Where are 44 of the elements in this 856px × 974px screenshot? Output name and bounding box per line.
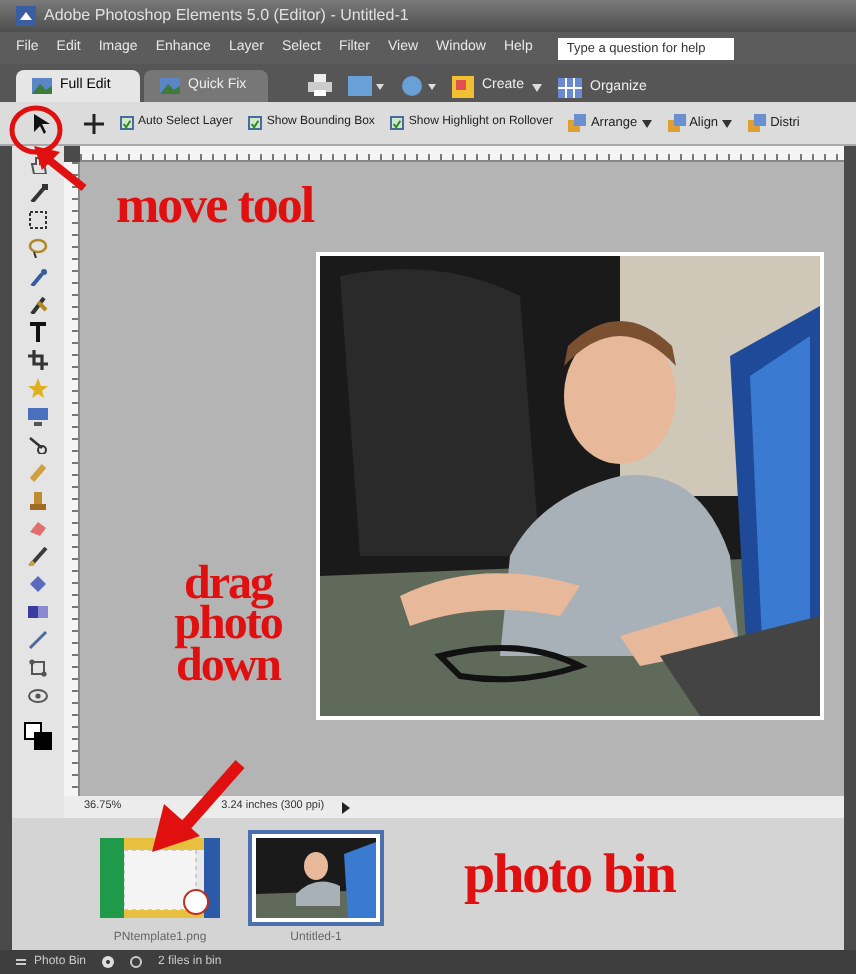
crop-icon[interactable] xyxy=(28,350,48,370)
wand-icon[interactable] xyxy=(28,266,48,286)
check-icon xyxy=(122,117,132,129)
image-icon xyxy=(32,78,52,94)
window-title: Adobe Photoshop Elements 5.0 (Editor) - Untitled-1 xyxy=(44,4,409,28)
caret-icon xyxy=(532,83,543,91)
grid-icon xyxy=(558,77,583,98)
transform-icon[interactable] xyxy=(28,658,48,678)
marquee-icon[interactable] xyxy=(28,210,48,230)
annotation-text: drag photo down xyxy=(172,564,284,687)
stack-icon xyxy=(748,114,767,132)
brush-icon[interactable] xyxy=(28,294,48,314)
monitor-icon[interactable] xyxy=(28,406,48,426)
stack-icon xyxy=(667,114,686,132)
stamp-icon[interactable] xyxy=(28,490,48,510)
print-icon xyxy=(308,74,332,96)
line-icon[interactable] xyxy=(28,630,48,650)
landscape-icon xyxy=(160,78,180,94)
lasso-icon[interactable] xyxy=(28,238,48,258)
move-arrows-icon xyxy=(84,113,104,133)
template-thumbnail-drawing xyxy=(100,838,220,918)
checkbox[interactable] xyxy=(120,116,134,130)
stack-icon xyxy=(568,114,587,132)
checkbox[interactable] xyxy=(248,116,263,130)
highlight-circle xyxy=(8,104,64,156)
annotation-text: photo bin xyxy=(464,848,675,904)
text-icon[interactable] xyxy=(28,322,48,342)
play-icon[interactable] xyxy=(340,801,353,813)
check-icon xyxy=(250,117,261,129)
thumbnail[interactable] xyxy=(248,830,384,926)
annotation-text: move tool xyxy=(116,180,314,232)
pencil-icon[interactable] xyxy=(28,546,48,566)
app-icon xyxy=(16,6,36,26)
color-swatches[interactable] xyxy=(24,722,52,750)
eye-icon[interactable] xyxy=(28,686,48,706)
check-icon xyxy=(392,117,403,129)
arrow-drawing xyxy=(28,140,88,192)
checkbox[interactable] xyxy=(390,116,405,130)
eyedropper-icon[interactable] xyxy=(28,182,48,202)
caret-icon xyxy=(641,119,652,127)
gradient-icon[interactable] xyxy=(28,602,48,622)
caret-icon xyxy=(722,119,733,127)
hand-icon[interactable] xyxy=(28,154,48,174)
menu-icon xyxy=(16,957,26,967)
